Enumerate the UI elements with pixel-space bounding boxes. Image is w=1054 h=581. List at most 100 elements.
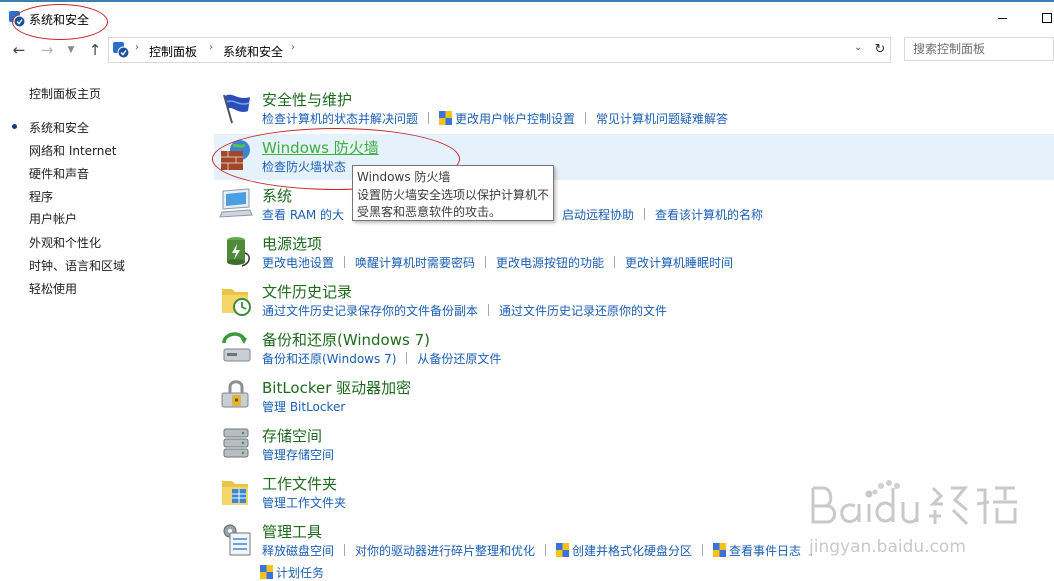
storage-icon <box>223 428 249 458</box>
refresh-icon[interactable]: ↻ <box>870 37 891 63</box>
link-sleep-time[interactable]: 更改计算机睡眠时间 <box>625 254 733 271</box>
link-check-firewall-status[interactable]: 检查防火墙状态 <box>262 158 346 175</box>
uac-shield-icon <box>260 565 273 579</box>
sidebar-item-hardware-sound[interactable]: 硬件和声音 <box>29 165 89 182</box>
computer-icon <box>219 188 253 218</box>
link-backup-restore[interactable]: 备份和还原(Windows 7) <box>262 350 396 367</box>
link-check-status[interactable]: 检查计算机的状态并解决问题 <box>262 110 418 127</box>
link-divider <box>344 544 346 556</box>
link-divider <box>485 256 487 268</box>
admin-tools-icon <box>223 524 251 556</box>
maximize-button[interactable] <box>1040 10 1054 26</box>
category-title[interactable]: 安全性与维护 <box>262 89 352 110</box>
category-administrative-tools: 管理工具 释放磁盘空间 对你的驱动器进行碎片整理和优化 创建并格式化硬盘分区 查看事件… <box>214 518 1054 581</box>
up-arrow-icon[interactable]: ↑ <box>86 41 104 59</box>
link-group-remote: 启动远程协助 查看该计算机的名称 <box>551 206 763 223</box>
category-links: 检查防火墙状态 <box>262 158 346 175</box>
category-title[interactable]: 电源选项 <box>262 233 322 254</box>
category-file-history: 文件历史记录 通过文件历史记录保存你的文件备份副本 通过文件历史记录还原你的文件 <box>214 278 1054 324</box>
search-input[interactable] <box>904 37 1054 61</box>
tooltip-title: Windows 防火墙 <box>357 170 451 184</box>
link-save-backup[interactable]: 通过文件历史记录保存你的文件备份副本 <box>262 302 478 319</box>
link-divider <box>406 352 408 364</box>
category-bitlocker: BitLocker 驱动器加密 管理 BitLocker <box>214 374 1054 420</box>
sidebar-item-user-accounts[interactable]: 用户帐户 <box>29 210 77 227</box>
sidebar-item-control-panel-home[interactable]: 控制面板主页 <box>29 85 101 102</box>
link-divider <box>344 256 346 268</box>
uac-shield-icon <box>439 111 453 125</box>
category-links: 管理存储空间 <box>262 446 334 463</box>
security-flag-icon <box>223 94 250 124</box>
forward-arrow-icon[interactable]: → <box>38 41 56 59</box>
category-power-options: 电源选项 更改电池设置 唤醒计算机时需要密码 更改电源按钮的功能 更改计算机睡眠时间 <box>214 230 1054 276</box>
link-divider <box>585 112 587 124</box>
control-panel-icon <box>9 11 26 28</box>
battery-icon <box>227 237 250 267</box>
link-power-button[interactable]: 更改电源按钮的功能 <box>496 254 604 271</box>
link-divider <box>702 544 704 556</box>
category-title[interactable]: 文件历史记录 <box>262 281 352 302</box>
chevron-right-icon[interactable]: › <box>135 42 139 53</box>
sidebar-item-network[interactable]: 网络和 Internet <box>29 142 116 159</box>
chevron-down-icon[interactable]: ⌄ <box>854 42 862 53</box>
sidebar-item-appearance[interactable]: 外观和个性化 <box>29 234 101 251</box>
link-manage-storage[interactable]: 管理存储空间 <box>262 446 334 463</box>
link-restore-from-backup[interactable]: 从备份还原文件 <box>417 350 501 367</box>
category-title[interactable]: Windows 防火墙 <box>262 137 379 158</box>
sidebar-item-clock-region[interactable]: 时钟、语言和区域 <box>29 257 125 274</box>
back-arrow-icon[interactable]: ← <box>10 41 28 59</box>
category-title[interactable]: BitLocker 驱动器加密 <box>262 377 411 398</box>
link-change-uac[interactable]: 更改用户帐户控制设置 <box>455 110 575 127</box>
link-divider <box>428 112 430 124</box>
link-troubleshoot[interactable]: 常见计算机问题疑难解答 <box>596 110 728 127</box>
address-box[interactable]: › 控制面板 › 系统和安全 › ⌄ <box>108 37 871 63</box>
category-title[interactable]: 系统 <box>262 185 292 206</box>
category-links: 备份和还原(Windows 7) 从备份还原文件 <box>262 350 501 367</box>
link-restore-files[interactable]: 通过文件历史记录还原你的文件 <box>499 302 667 319</box>
link-computer-name[interactable]: 查看该计算机的名称 <box>655 206 763 223</box>
category-title[interactable]: 备份和还原(Windows 7) <box>262 329 430 350</box>
link-schedule-tasks[interactable]: 计划任务 <box>276 564 324 581</box>
sidebar-item-system-security[interactable]: 系统和安全 <box>11 119 89 136</box>
link-wake-password[interactable]: 唤醒计算机时需要密码 <box>355 254 475 271</box>
category-title[interactable]: 工作文件夹 <box>262 473 337 494</box>
firewall-tooltip: Windows 防火墙 设置防火墙安全选项以保护计算机不受黑客和恶意软件的攻击。 <box>352 165 554 221</box>
category-links: 释放磁盘空间 对你的驱动器进行碎片整理和优化 创建并格式化硬盘分区 查看事件日志 <box>262 542 822 559</box>
title-bar: 系统和安全 <box>0 2 1054 34</box>
link-manage-work-folders[interactable]: 管理工作文件夹 <box>262 494 346 511</box>
link-view-ram[interactable]: 查看 RAM 的大 <box>262 206 344 223</box>
category-links: 检查计算机的状态并解决问题 更改用户帐户控制设置 常见计算机问题疑难解答 <box>262 110 728 127</box>
category-links-row2: 计划任务 <box>260 564 324 581</box>
window-title: 系统和安全 <box>29 13 90 27</box>
minimize-button[interactable] <box>996 10 1012 26</box>
category-system: 系统 查看 RAM 的大 启动远程协助 查看该计算机的名称 <box>214 182 1054 228</box>
category-windows-firewall[interactable]: Windows 防火墙 检查防火墙状态 <box>214 134 1054 180</box>
breadcrumb-control-panel[interactable]: 控制面板 <box>149 43 197 60</box>
sidebar-item-programs[interactable]: 程序 <box>29 188 53 205</box>
category-title[interactable]: 存储空间 <box>262 425 322 446</box>
uac-shield-icon <box>713 543 727 557</box>
link-disk-cleanup[interactable]: 释放磁盘空间 <box>262 542 334 559</box>
bitlocker-icon <box>221 380 249 408</box>
category-links: 管理 BitLocker <box>262 398 345 415</box>
category-work-folders: 工作文件夹 管理工作文件夹 <box>214 470 1054 516</box>
control-panel-icon <box>113 42 130 59</box>
firewall-icon <box>221 140 250 170</box>
link-remote-assistance[interactable]: 启动远程协助 <box>562 206 634 223</box>
link-disk-partitions[interactable]: 创建并格式化硬盘分区 <box>572 542 692 559</box>
file-history-icon <box>222 289 251 316</box>
link-defragment[interactable]: 对你的驱动器进行碎片整理和优化 <box>355 542 535 559</box>
link-event-logs[interactable]: 查看事件日志 <box>729 542 801 559</box>
link-divider <box>614 256 616 268</box>
category-title[interactable]: 管理工具 <box>262 521 322 542</box>
link-divider <box>644 208 646 220</box>
chevron-right-icon[interactable]: › <box>291 42 295 53</box>
uac-shield-icon <box>556 543 570 557</box>
sidebar-item-ease-of-access[interactable]: 轻松使用 <box>29 280 77 297</box>
recent-locations-dropdown-icon[interactable]: ▼ <box>66 41 76 59</box>
category-links: 更改电池设置 唤醒计算机时需要密码 更改电源按钮的功能 更改计算机睡眠时间 <box>262 254 733 271</box>
breadcrumb-system-security[interactable]: 系统和安全 <box>223 43 283 60</box>
link-manage-bitlocker[interactable]: 管理 BitLocker <box>262 398 345 415</box>
chevron-right-icon[interactable]: › <box>209 42 213 53</box>
link-battery-settings[interactable]: 更改电池设置 <box>262 254 334 271</box>
